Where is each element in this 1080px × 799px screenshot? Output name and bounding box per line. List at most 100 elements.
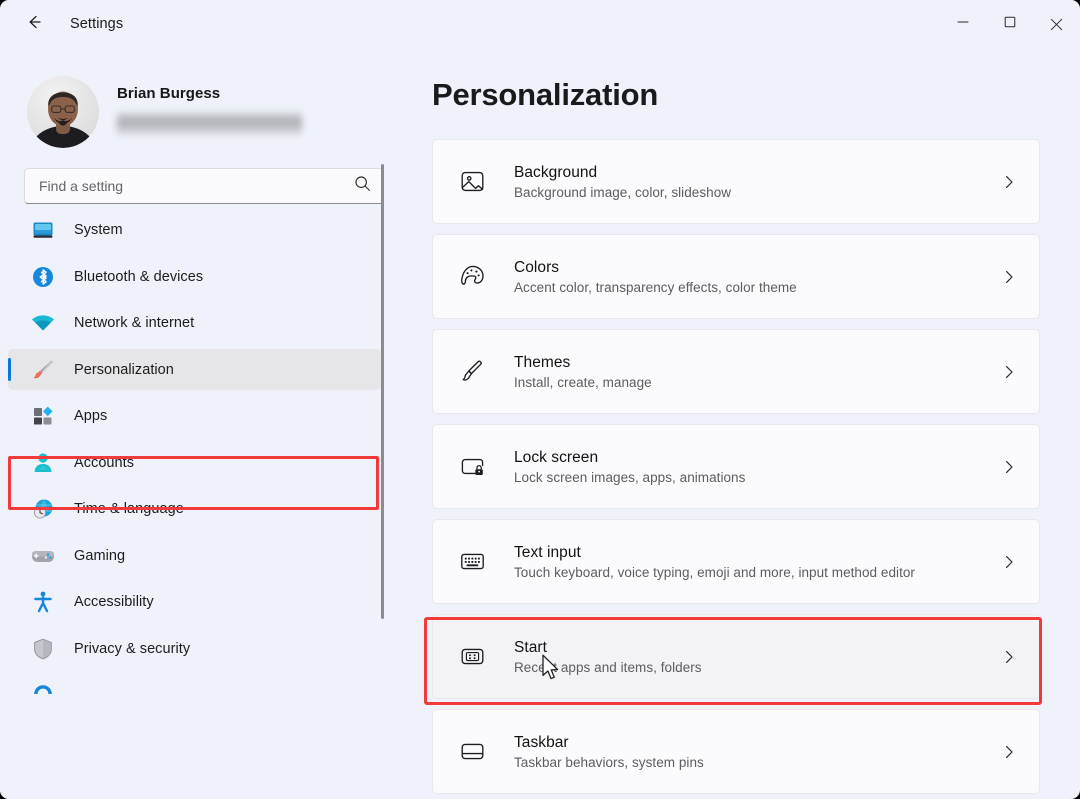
start-menu-icon bbox=[455, 640, 489, 674]
accessibility-icon bbox=[30, 589, 56, 615]
avatar-photo bbox=[27, 76, 99, 148]
windows-update-icon bbox=[30, 682, 56, 708]
app-title: Settings bbox=[70, 16, 123, 32]
sidebar-scrollbar[interactable] bbox=[381, 164, 384, 619]
card-subtitle: Taskbar behaviors, system pins bbox=[514, 755, 999, 770]
card-subtitle: Accent color, transparency effects, colo… bbox=[514, 280, 999, 295]
sidebar: Brian Burgess bbox=[0, 48, 408, 799]
gamepad-icon bbox=[30, 543, 56, 569]
settings-card-text-input[interactable]: Text input Touch keyboard, voice typing,… bbox=[432, 519, 1040, 604]
minimize-button[interactable] bbox=[939, 0, 986, 48]
wifi-icon bbox=[30, 310, 56, 336]
card-title: Text input bbox=[514, 544, 999, 562]
sidebar-item-windows-update[interactable] bbox=[8, 675, 382, 716]
card-title: Themes bbox=[514, 354, 999, 372]
clock-globe-icon bbox=[30, 496, 56, 522]
paintbrush-icon bbox=[30, 357, 56, 383]
sidebar-nav-list: System Bluetooth & devices bbox=[0, 204, 408, 799]
card-subtitle: Background image, color, slideshow bbox=[514, 185, 999, 200]
card-text: Colors Accent color, transparency effect… bbox=[514, 259, 999, 295]
main-content: Personalization Background Background im… bbox=[408, 48, 1080, 799]
chevron-right-icon bbox=[999, 362, 1019, 382]
profile-section[interactable]: Brian Burgess bbox=[0, 48, 408, 150]
apps-icon bbox=[30, 403, 56, 429]
maximize-icon bbox=[1004, 15, 1016, 33]
sidebar-item-label: Time & language bbox=[74, 501, 184, 517]
image-icon bbox=[455, 165, 489, 199]
palette-icon bbox=[455, 260, 489, 294]
window-controls bbox=[939, 0, 1080, 48]
sidebar-item-label: System bbox=[74, 222, 123, 238]
search-icon[interactable] bbox=[354, 175, 371, 197]
card-title: Colors bbox=[514, 259, 999, 277]
chevron-right-icon bbox=[999, 457, 1019, 477]
settings-card-taskbar[interactable]: Taskbar Taskbar behaviors, system pins bbox=[432, 709, 1040, 794]
sidebar-item-privacy-security[interactable]: Privacy & security bbox=[8, 628, 382, 669]
monitor-icon bbox=[30, 217, 56, 243]
card-title: Start bbox=[514, 639, 999, 657]
taskbar-icon bbox=[455, 735, 489, 769]
sidebar-item-accessibility[interactable]: Accessibility bbox=[8, 582, 382, 623]
search-wrapper bbox=[0, 150, 408, 204]
card-subtitle: Touch keyboard, voice typing, emoji and … bbox=[514, 565, 999, 580]
sidebar-item-label: Accounts bbox=[74, 455, 134, 471]
sidebar-item-label: Apps bbox=[74, 408, 107, 424]
sidebar-item-label: Accessibility bbox=[74, 594, 154, 610]
card-title: Background bbox=[514, 164, 999, 182]
sidebar-item-personalization[interactable]: Personalization bbox=[8, 349, 382, 390]
chevron-right-icon bbox=[999, 172, 1019, 192]
card-title: Lock screen bbox=[514, 449, 999, 467]
card-text: Themes Install, create, manage bbox=[514, 354, 999, 390]
sidebar-item-label: Personalization bbox=[74, 362, 174, 378]
profile-email-redacted bbox=[117, 111, 302, 136]
settings-card-colors[interactable]: Colors Accent color, transparency effect… bbox=[432, 234, 1040, 319]
shield-icon bbox=[30, 636, 56, 662]
sidebar-item-system[interactable]: System bbox=[8, 210, 382, 251]
minimize-icon bbox=[957, 15, 969, 33]
avatar bbox=[27, 76, 99, 148]
bluetooth-icon bbox=[30, 264, 56, 290]
sidebar-item-label: Gaming bbox=[74, 548, 125, 564]
search-input[interactable] bbox=[39, 178, 354, 194]
profile-name: Brian Burgess bbox=[117, 85, 302, 102]
settings-card-themes[interactable]: Themes Install, create, manage bbox=[432, 329, 1040, 414]
card-text: Background Background image, color, slid… bbox=[514, 164, 999, 200]
keyboard-icon bbox=[455, 545, 489, 579]
card-title: Taskbar bbox=[514, 734, 999, 752]
card-text: Taskbar Taskbar behaviors, system pins bbox=[514, 734, 999, 770]
card-text: Start Recent apps and items, folders bbox=[514, 639, 999, 675]
chevron-right-icon bbox=[999, 552, 1019, 572]
sidebar-item-gaming[interactable]: Gaming bbox=[8, 535, 382, 576]
sidebar-item-bluetooth-devices[interactable]: Bluetooth & devices bbox=[8, 256, 382, 297]
sidebar-item-label: Privacy & security bbox=[74, 641, 190, 657]
sidebar-item-label: Network & internet bbox=[74, 315, 194, 331]
paintbrush-icon bbox=[455, 355, 489, 389]
maximize-button[interactable] bbox=[986, 0, 1033, 48]
back-button[interactable] bbox=[17, 7, 51, 41]
settings-card-start[interactable]: Start Recent apps and items, folders bbox=[432, 614, 1040, 699]
card-subtitle: Install, create, manage bbox=[514, 375, 999, 390]
sidebar-item-label: Bluetooth & devices bbox=[74, 269, 203, 285]
chevron-right-icon bbox=[999, 267, 1019, 287]
sidebar-item-apps[interactable]: Apps bbox=[8, 396, 382, 437]
sidebar-item-network-internet[interactable]: Network & internet bbox=[8, 303, 382, 344]
profile-text: Brian Burgess bbox=[117, 85, 302, 140]
close-button[interactable] bbox=[1033, 0, 1080, 48]
close-icon bbox=[1050, 18, 1063, 31]
chevron-right-icon bbox=[999, 647, 1019, 667]
card-subtitle: Recent apps and items, folders bbox=[514, 660, 999, 675]
card-subtitle: Lock screen images, apps, animations bbox=[514, 470, 999, 485]
page-title: Personalization bbox=[424, 48, 1080, 113]
card-text: Text input Touch keyboard, voice typing,… bbox=[514, 544, 999, 580]
settings-card-lock-screen[interactable]: Lock screen Lock screen images, apps, an… bbox=[432, 424, 1040, 509]
card-text: Lock screen Lock screen images, apps, an… bbox=[514, 449, 999, 485]
sidebar-item-accounts[interactable]: Accounts bbox=[8, 442, 382, 483]
sidebar-item-time-language[interactable]: Time & language bbox=[8, 489, 382, 530]
lock-screen-icon bbox=[455, 450, 489, 484]
settings-window: Settings bbox=[0, 0, 1080, 799]
settings-card-background[interactable]: Background Background image, color, slid… bbox=[432, 139, 1040, 224]
search-box[interactable] bbox=[24, 168, 384, 204]
back-arrow-icon bbox=[24, 12, 44, 37]
chevron-right-icon bbox=[999, 742, 1019, 762]
title-bar: Settings bbox=[0, 0, 1080, 48]
